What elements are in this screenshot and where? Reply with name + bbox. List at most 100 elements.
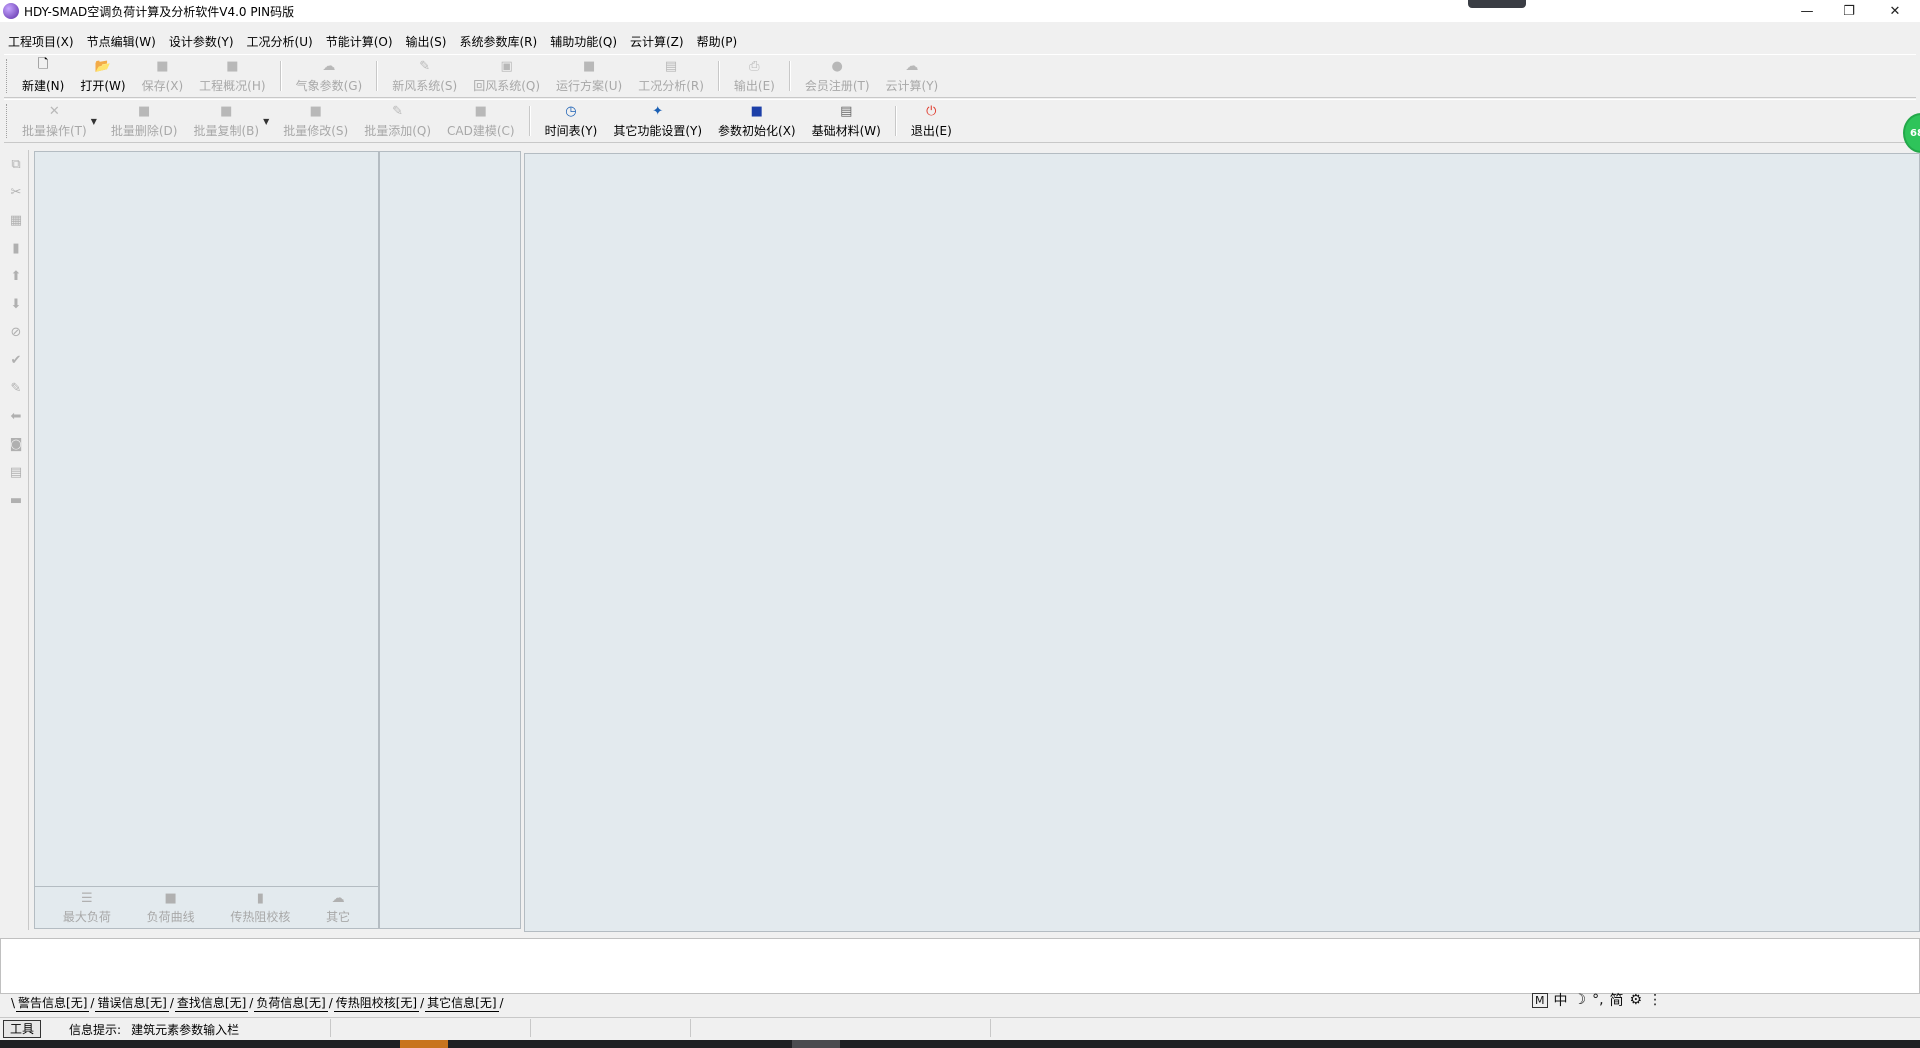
message-output-area[interactable] — [0, 938, 1920, 994]
check-icon[interactable]: ✔ — [5, 349, 27, 371]
back-arrow-icon[interactable]: ⬅ — [5, 405, 27, 427]
message-tab-2[interactable]: 查找信息[无] — [174, 994, 249, 1012]
toolbar2-button-7[interactable]: ✦ 其它功能设置(Y) — [605, 100, 710, 142]
toolbar1-button-7[interactable]: ■ 运行方案(U) — [548, 55, 630, 97]
taskbar-app[interactable] — [792, 1040, 840, 1048]
toolbar1-button-2[interactable]: ■ 保存(X) — [134, 55, 192, 97]
restore-button[interactable]: ❐ — [1826, 0, 1872, 22]
toolbar2-button-6[interactable]: ◷ 时间表(Y) — [537, 100, 606, 142]
cut-icon[interactable]: ✂ — [5, 181, 27, 203]
ime-language-button[interactable]: 中 — [1554, 990, 1568, 1010]
tree-footer-button-1[interactable]: ■ 负荷曲线 — [147, 891, 195, 925]
toolbar1-button-5[interactable]: ✎ 新风系统(S) — [384, 55, 465, 97]
disable-icon[interactable]: ⊘ — [5, 321, 27, 343]
ime-moon-icon[interactable]: ☽ — [1574, 992, 1587, 1008]
tree-footer-button-2[interactable]: ▮ 传热阻校核 — [230, 891, 290, 925]
menu-item-0[interactable]: 工程项目(X) — [0, 33, 79, 50]
menu-item-8[interactable]: 云计算(Z) — [622, 33, 689, 50]
toolbar1-button-3[interactable]: ■ 工程概况(H) — [191, 55, 273, 97]
toolbar1-button-8[interactable]: ▤ 工况分析(R) — [630, 55, 712, 97]
menu-item-9[interactable]: 帮助(P) — [689, 33, 743, 50]
dropdown-arrow-icon[interactable]: ▼ — [91, 100, 97, 142]
brush-icon[interactable]: ✎ — [5, 377, 27, 399]
toolbar1-button-4[interactable]: ☁ 气象参数(G) — [288, 55, 371, 97]
menu-item-2[interactable]: 设计参数(Y) — [161, 33, 239, 50]
tab-separator: / — [499, 996, 504, 1010]
ime-settings-icon[interactable]: ⚙ — [1630, 992, 1643, 1008]
message-tab-4[interactable]: 传热阻校核[无] — [333, 994, 420, 1012]
toolbar1-button-11[interactable]: ☁ 云计算(Y) — [878, 55, 947, 97]
toolbar2-button-10[interactable]: ⏻ 退出(E) — [903, 100, 960, 142]
menu-item-5[interactable]: 输出(S) — [398, 33, 452, 50]
toolbar-separator — [279, 61, 282, 91]
toolbar-button-label: 批量添加(Q) — [364, 124, 432, 138]
toolbar1-button-0[interactable]: 🗋 新建(N) — [14, 55, 72, 97]
batch-add-icon: ✎ — [392, 103, 404, 119]
message-tab-0[interactable]: 警告信息[无] — [16, 994, 90, 1012]
rectangle-icon[interactable]: ▬ — [5, 489, 27, 511]
dropdown-arrow-icon[interactable]: ▼ — [263, 100, 269, 142]
move-down-icon[interactable]: ⬇ — [5, 293, 27, 315]
close-button[interactable]: ✕ — [1872, 0, 1918, 22]
export-icon[interactable]: ▤ — [5, 461, 27, 483]
toolbar-grip[interactable] — [6, 59, 11, 93]
toolbar1-button-10[interactable]: ● 会员注册(T) — [797, 55, 878, 97]
power-icon: ⏻ — [926, 103, 937, 119]
taskbar-app-active[interactable] — [400, 1040, 448, 1048]
message-tab-1[interactable]: 错误信息[无] — [95, 994, 169, 1012]
tree-footer-button-3[interactable]: ☁ 其它 — [326, 891, 350, 925]
message-tab-3[interactable]: 负荷信息[无] — [254, 994, 328, 1012]
move-up-icon[interactable]: ⬆ — [5, 265, 27, 287]
toolbar-button-label: 会员注册(T) — [804, 79, 870, 93]
new-file-icon: 🗋 — [37, 57, 49, 72]
condition-analysis-icon: ▤ — [664, 58, 678, 74]
camera-icon[interactable]: ◙ — [5, 433, 27, 455]
menu-item-6[interactable]: 系统参数库(R) — [451, 33, 542, 50]
status-cell-divider — [990, 1019, 991, 1037]
toolbar-button-label: 基础材料(W) — [811, 124, 881, 138]
toolbar1-button-9[interactable]: ⎙ 输出(E) — [726, 55, 783, 97]
tree-footer-label: 传热阻校核 — [230, 909, 291, 924]
message-tabs: \ 警告信息[无] / 错误信息[无] / 查找信息[无] / 负荷信息[无] / 传热阻校核[无… — [10, 994, 505, 1012]
menu-item-4[interactable]: 节能计算(O) — [318, 33, 398, 50]
ime-more-icon[interactable]: ⋮ — [1648, 992, 1662, 1008]
toolbar1-button-1[interactable]: 📂 打开(W) — [72, 55, 133, 97]
ime-mode-button[interactable]: M — [1532, 992, 1548, 1008]
node-property-panel[interactable] — [379, 151, 521, 929]
parameter-init-icon: ■ — [750, 103, 763, 119]
ime-punctuation-button[interactable]: °, — [1592, 992, 1603, 1008]
status-cell-divider — [330, 1019, 331, 1037]
batch-modify-icon: ■ — [309, 103, 322, 119]
toolbar2-button-8[interactable]: ■ 参数初始化(X) — [710, 100, 804, 142]
status-tool-button[interactable]: 工具 — [3, 1020, 42, 1038]
toolbar2-button-1[interactable]: ■ 批量删除(D) — [103, 100, 186, 142]
project-tree-panel[interactable]: ☰ 最大负荷 ■ 负荷曲线 ▮ 传热阻校核 ☁ 其它 — [34, 151, 379, 929]
menu-item-3[interactable]: 工况分析(U) — [239, 33, 318, 50]
tree-footer-label: 最大负荷 — [62, 909, 111, 924]
toolbar2-button-4[interactable]: ✎ 批量添加(Q) — [356, 100, 439, 142]
toolbar2-button-0[interactable]: ✕ 批量操作(T) — [14, 100, 95, 142]
menu-item-7[interactable]: 辅助功能(Q) — [542, 33, 622, 50]
tree-footer-button-0[interactable]: ☰ 最大负荷 — [63, 891, 111, 925]
window-title: HDY-SMAD空调负荷计算及分析软件V4.0 PIN码版 — [24, 4, 295, 19]
paste-icon[interactable]: ▦ — [5, 209, 27, 231]
toolbar2-button-5[interactable]: ■ CAD建模(C) — [439, 100, 523, 142]
toolbar-grip[interactable] — [6, 104, 11, 138]
toolbar2-button-3[interactable]: ■ 批量修改(S) — [275, 100, 356, 142]
toolbar-button-label: 新建(N) — [22, 79, 65, 93]
main-work-area[interactable] — [524, 153, 1920, 932]
toolbar-button-label: 退出(E) — [910, 124, 952, 138]
toolbar2-button-9[interactable]: ▤ 基础材料(W) — [804, 100, 889, 142]
list-icon: ☰ — [81, 890, 93, 906]
tree-footer-label: 负荷曲线 — [146, 909, 195, 924]
toolbar1-button-6[interactable]: ▣ 回风系统(Q) — [465, 55, 548, 97]
clock-icon: ◷ — [565, 103, 577, 119]
menu-item-1[interactable]: 节点编辑(W) — [79, 33, 161, 50]
delete-icon[interactable]: ▮ — [5, 237, 27, 259]
message-tab-5[interactable]: 其它信息[无] — [425, 994, 499, 1012]
copy-icon[interactable]: ⧉ — [5, 153, 27, 175]
toolbar-button-label: 批量操作(T) — [22, 124, 87, 138]
toolbar2-button-2[interactable]: ■ 批量复制(B) — [185, 100, 267, 142]
minimize-button[interactable]: — — [1784, 0, 1830, 22]
ime-simplified-button[interactable]: 简 — [1610, 990, 1624, 1010]
